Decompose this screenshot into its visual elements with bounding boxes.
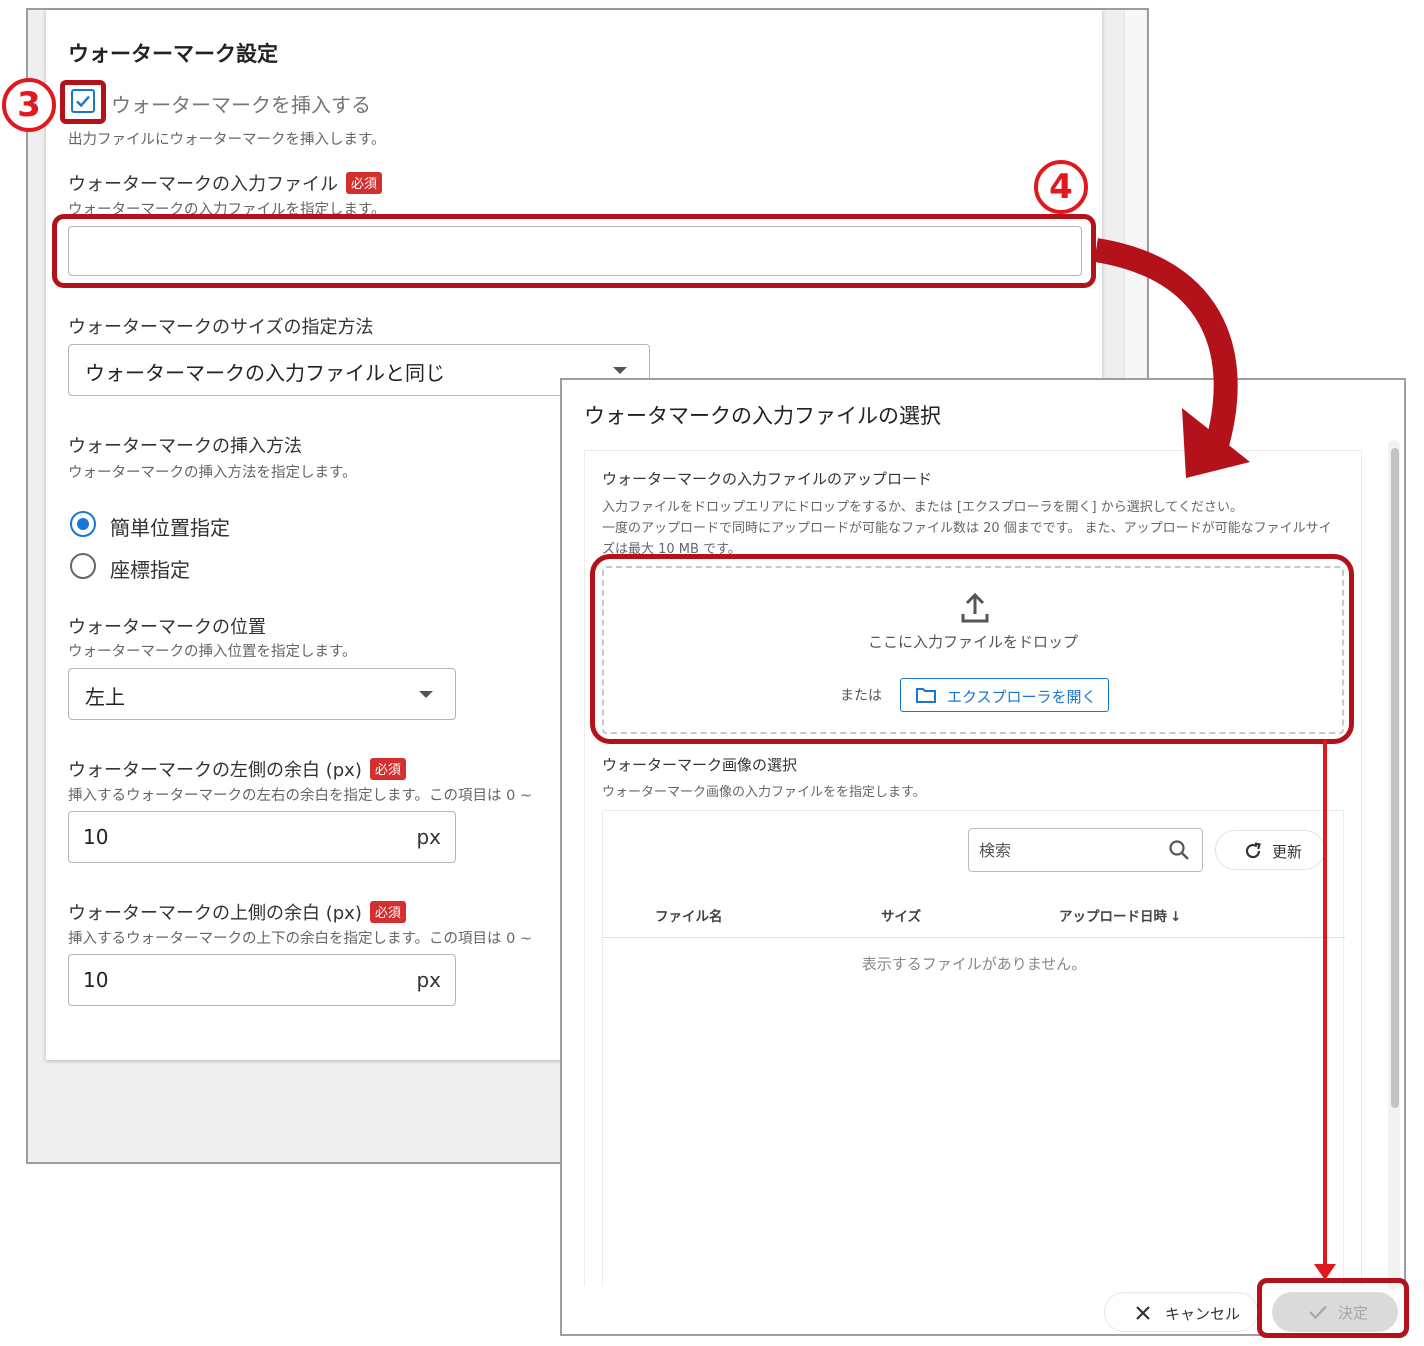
connector-arrow-head <box>1314 1264 1336 1280</box>
arrow-overlay <box>1093 238 1336 1280</box>
curved-arrow <box>1093 238 1238 452</box>
